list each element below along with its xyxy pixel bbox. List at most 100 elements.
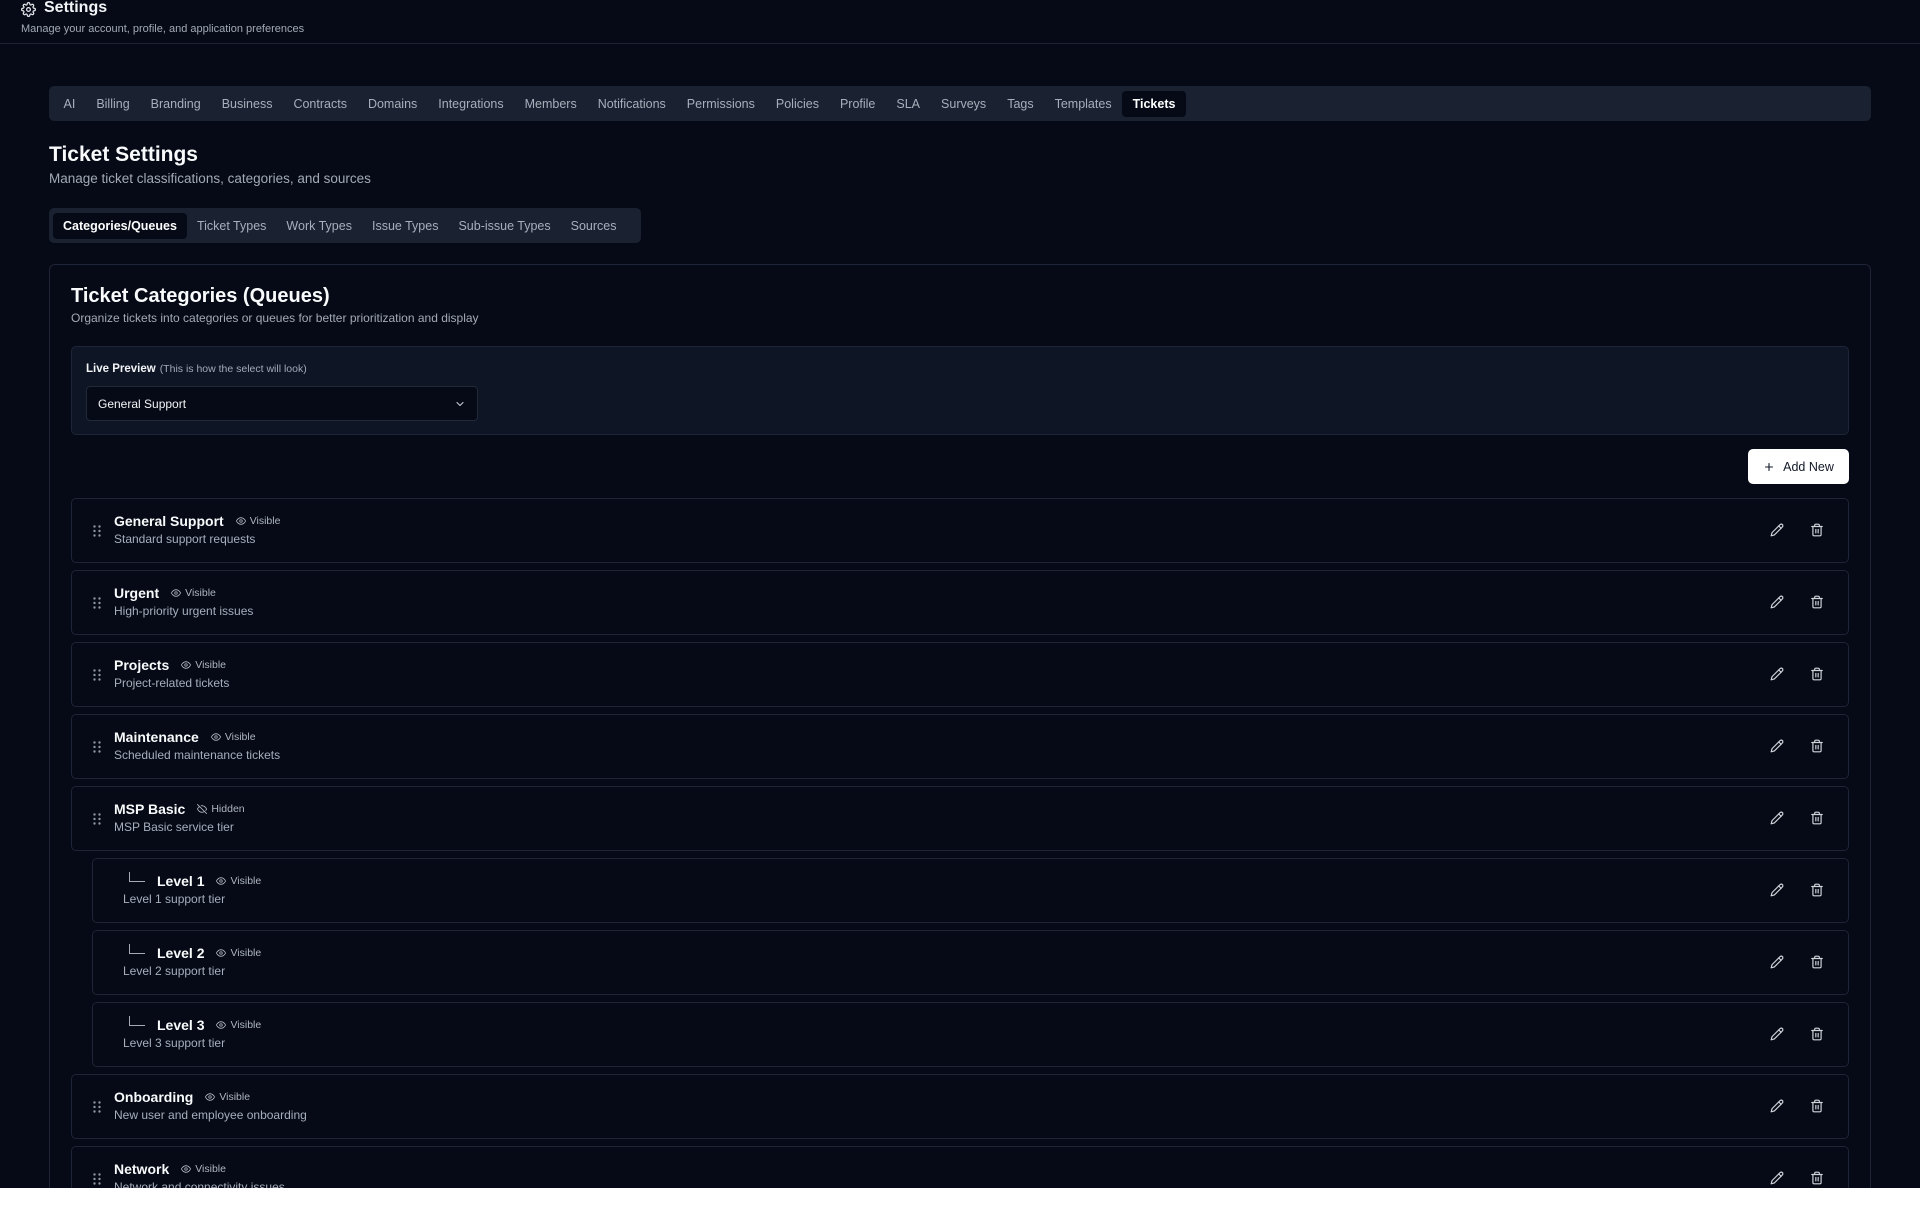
drag-handle-icon[interactable] bbox=[92, 596, 102, 615]
trash-icon[interactable] bbox=[1810, 667, 1824, 681]
trash-icon[interactable] bbox=[1810, 739, 1824, 753]
category-row[interactable]: Network Visible Network and connectivity i… bbox=[71, 1146, 1849, 1188]
pencil-icon[interactable] bbox=[1770, 1171, 1784, 1185]
visibility-status: Visible bbox=[230, 875, 262, 887]
tab-contracts[interactable]: Contracts bbox=[283, 91, 358, 117]
pencil-icon[interactable] bbox=[1770, 1027, 1784, 1041]
child-indent-marker bbox=[129, 872, 145, 882]
trash-icon[interactable] bbox=[1810, 595, 1824, 609]
trash-icon[interactable] bbox=[1810, 523, 1824, 537]
visibility-status: Visible bbox=[249, 515, 281, 527]
ticket-settings-tabs: Categories/Queues Ticket Types Work Type… bbox=[49, 208, 641, 243]
visibility-badge: Visible bbox=[216, 875, 261, 887]
preview-select[interactable]: General Support bbox=[86, 386, 478, 421]
category-row[interactable]: Level 3 Visible Level 3 support tier bbox=[92, 1002, 1849, 1067]
tab-policies[interactable]: Policies bbox=[765, 91, 829, 117]
visibility-badge: Visible bbox=[171, 587, 216, 599]
plus-icon bbox=[1763, 461, 1775, 473]
category-name: Network bbox=[114, 1161, 170, 1177]
pencil-icon[interactable] bbox=[1770, 811, 1784, 825]
category-row[interactable]: General Support Visible Standard support r… bbox=[71, 498, 1849, 563]
category-description: Level 2 support tier bbox=[123, 964, 226, 978]
category-row[interactable]: Maintenance Visible Scheduled maintenance … bbox=[71, 714, 1849, 779]
tab-categories-queues[interactable]: Categories/Queues bbox=[53, 212, 187, 239]
add-new-label: Add New bbox=[1783, 459, 1834, 474]
eye-icon bbox=[235, 516, 246, 526]
pencil-icon[interactable] bbox=[1770, 667, 1784, 681]
drag-handle-icon[interactable] bbox=[92, 740, 102, 759]
tab-sub-issue-types[interactable]: Sub-issue Types bbox=[448, 213, 560, 239]
drag-handle-icon[interactable] bbox=[92, 1100, 102, 1119]
category-title-line: General Support Visible bbox=[114, 513, 280, 529]
category-row[interactable]: Onboarding Visible New user and employee o… bbox=[71, 1074, 1849, 1139]
row-actions bbox=[1770, 1171, 1824, 1185]
visibility-badge: Visible bbox=[205, 1091, 250, 1103]
visibility-status: Hidden bbox=[211, 803, 245, 815]
pencil-icon[interactable] bbox=[1770, 739, 1784, 753]
tab-ai[interactable]: AI bbox=[53, 91, 86, 117]
category-row[interactable]: MSP Basic Hidden MSP Basic service tier bbox=[71, 786, 1849, 851]
trash-icon[interactable] bbox=[1810, 955, 1824, 969]
tab-ticket-types[interactable]: Ticket Types bbox=[187, 213, 276, 239]
section-title: Ticket Settings bbox=[49, 143, 198, 166]
eye-icon bbox=[216, 948, 227, 958]
pencil-icon[interactable] bbox=[1770, 955, 1784, 969]
category-description: Network and connectivity issues bbox=[114, 1180, 285, 1188]
visibility-status: Visible bbox=[230, 947, 262, 959]
tab-tags[interactable]: Tags bbox=[997, 91, 1044, 117]
drag-handle-icon[interactable] bbox=[92, 524, 102, 543]
category-description: Scheduled maintenance tickets bbox=[114, 748, 281, 762]
category-name: General Support bbox=[114, 513, 224, 529]
pencil-icon[interactable] bbox=[1770, 883, 1784, 897]
child-indent-marker bbox=[129, 1016, 145, 1026]
drag-handle-icon[interactable] bbox=[92, 812, 102, 831]
category-description: Standard support requests bbox=[114, 532, 256, 546]
drag-handle-icon[interactable] bbox=[92, 668, 102, 687]
trash-icon[interactable] bbox=[1810, 1027, 1824, 1041]
tab-profile[interactable]: Profile bbox=[829, 91, 885, 117]
category-title-line: Level 2 Visible bbox=[123, 944, 262, 961]
tab-domains[interactable]: Domains bbox=[357, 91, 427, 117]
tab-templates[interactable]: Templates bbox=[1044, 91, 1122, 117]
row-actions bbox=[1770, 667, 1824, 681]
tab-billing[interactable]: Billing bbox=[86, 91, 140, 117]
row-actions bbox=[1770, 739, 1824, 753]
visibility-status: Visible bbox=[230, 1019, 262, 1031]
settings-app: Settings Manage your account, profile, a… bbox=[0, 0, 1920, 1188]
tab-business[interactable]: Business bbox=[211, 91, 283, 117]
pencil-icon[interactable] bbox=[1770, 595, 1784, 609]
tab-permissions[interactable]: Permissions bbox=[676, 91, 765, 117]
tab-branding[interactable]: Branding bbox=[140, 91, 211, 117]
tab-issue-types[interactable]: Issue Types bbox=[362, 213, 448, 239]
tab-sources[interactable]: Sources bbox=[561, 213, 627, 239]
category-row[interactable]: Level 1 Visible Level 1 support tier bbox=[92, 858, 1849, 923]
trash-icon[interactable] bbox=[1810, 811, 1824, 825]
tab-members[interactable]: Members bbox=[514, 91, 587, 117]
eye-icon bbox=[205, 1092, 216, 1102]
pencil-icon[interactable] bbox=[1770, 523, 1784, 537]
tab-work-types[interactable]: Work Types bbox=[276, 213, 362, 239]
trash-icon[interactable] bbox=[1810, 1171, 1824, 1185]
eye-icon bbox=[171, 588, 182, 598]
tab-sla[interactable]: SLA bbox=[886, 91, 931, 117]
page-subtitle: Manage your account, profile, and applic… bbox=[21, 23, 305, 35]
category-title-line: Urgent Visible bbox=[114, 585, 216, 601]
pencil-icon[interactable] bbox=[1770, 1099, 1784, 1113]
page-title: Settings bbox=[44, 0, 108, 16]
tab-integrations[interactable]: Integrations bbox=[428, 91, 514, 117]
trash-icon[interactable] bbox=[1810, 883, 1824, 897]
tab-notifications[interactable]: Notifications bbox=[587, 91, 676, 117]
child-indent-marker bbox=[129, 944, 145, 954]
category-name: MSP Basic bbox=[114, 801, 186, 817]
drag-handle-icon[interactable] bbox=[92, 1172, 102, 1188]
row-actions bbox=[1770, 811, 1824, 825]
category-row[interactable]: Projects Visible Project-related tickets bbox=[71, 642, 1849, 707]
trash-icon[interactable] bbox=[1810, 1099, 1824, 1113]
tab-surveys[interactable]: Surveys bbox=[931, 91, 997, 117]
category-row[interactable]: Level 2 Visible Level 2 support tier bbox=[92, 930, 1849, 995]
category-row[interactable]: Urgent Visible High-priority urgent issues bbox=[71, 570, 1849, 635]
add-new-button[interactable]: Add New bbox=[1748, 449, 1849, 484]
visibility-badge: Visible bbox=[181, 1163, 226, 1175]
visibility-badge: Visible bbox=[181, 659, 226, 671]
tab-tickets[interactable]: Tickets bbox=[1122, 90, 1186, 117]
